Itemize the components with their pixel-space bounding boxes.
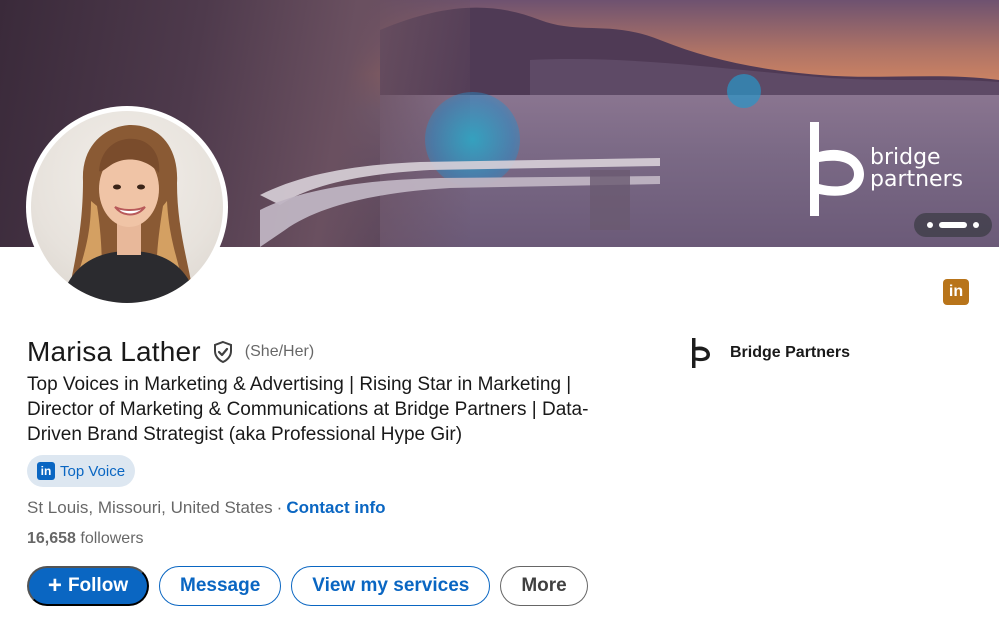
banner-slider-indicator[interactable]	[914, 213, 992, 237]
slider-active-bar[interactable]	[939, 222, 967, 228]
profile-name: Marisa Lather	[27, 336, 201, 367]
banner-decor-circle-small	[727, 74, 761, 108]
followers-label: followers	[80, 530, 144, 547]
separator-dot: ·	[276, 498, 283, 517]
message-button[interactable]: Message	[159, 566, 282, 606]
company-name: Bridge Partners	[730, 344, 851, 361]
profile-photo-illustration	[61, 125, 197, 303]
banner-bridge	[260, 158, 660, 247]
top-voice-badge[interactable]: in Top Voice	[27, 455, 136, 487]
slider-dot[interactable]	[973, 222, 979, 228]
bridge-partners-company-icon	[692, 338, 710, 368]
followers-count: 16,658	[27, 530, 76, 547]
linkedin-mini-icon: in	[37, 462, 55, 480]
brand-line-1: bridge	[870, 145, 941, 170]
bridge-partners-logo-icon	[810, 122, 864, 216]
profile-pronouns: (She/Her)	[244, 343, 315, 360]
slider-dot[interactable]	[927, 222, 933, 228]
brand-line-2: partners	[870, 167, 964, 192]
follow-button[interactable]: + Follow	[27, 566, 149, 606]
banner-hills	[380, 7, 999, 100]
follow-label: Follow	[67, 575, 129, 596]
profile-name-row: Marisa Lather (She/Her)	[27, 336, 314, 368]
top-voice-label: Top Voice	[60, 462, 126, 480]
profile-headline: Top Voices in Marketing & Advertising | …	[27, 374, 589, 445]
view-services-button[interactable]: View my services	[291, 566, 491, 606]
contact-info-link[interactable]: Contact info	[286, 498, 385, 518]
banner-brand-text: bridge partners	[870, 147, 963, 191]
profile-location-row: St Louis, Missouri, United States · Cont…	[27, 498, 386, 518]
followers-count-row[interactable]: 16,658 followers	[27, 530, 144, 548]
linkedin-logo-icon[interactable]: in	[943, 279, 969, 305]
current-company[interactable]: Bridge Partners	[690, 338, 850, 368]
profile-actions: + Follow Message View my services More	[27, 566, 588, 606]
plus-icon: +	[47, 572, 62, 599]
profile-photo	[31, 111, 223, 303]
verified-shield-icon[interactable]	[211, 340, 235, 364]
profile-avatar[interactable]	[26, 106, 228, 308]
more-button[interactable]: More	[500, 566, 588, 606]
banner-brand-logo: bridge partners	[808, 122, 963, 216]
profile-location: St Louis, Missouri, United States	[27, 498, 273, 517]
